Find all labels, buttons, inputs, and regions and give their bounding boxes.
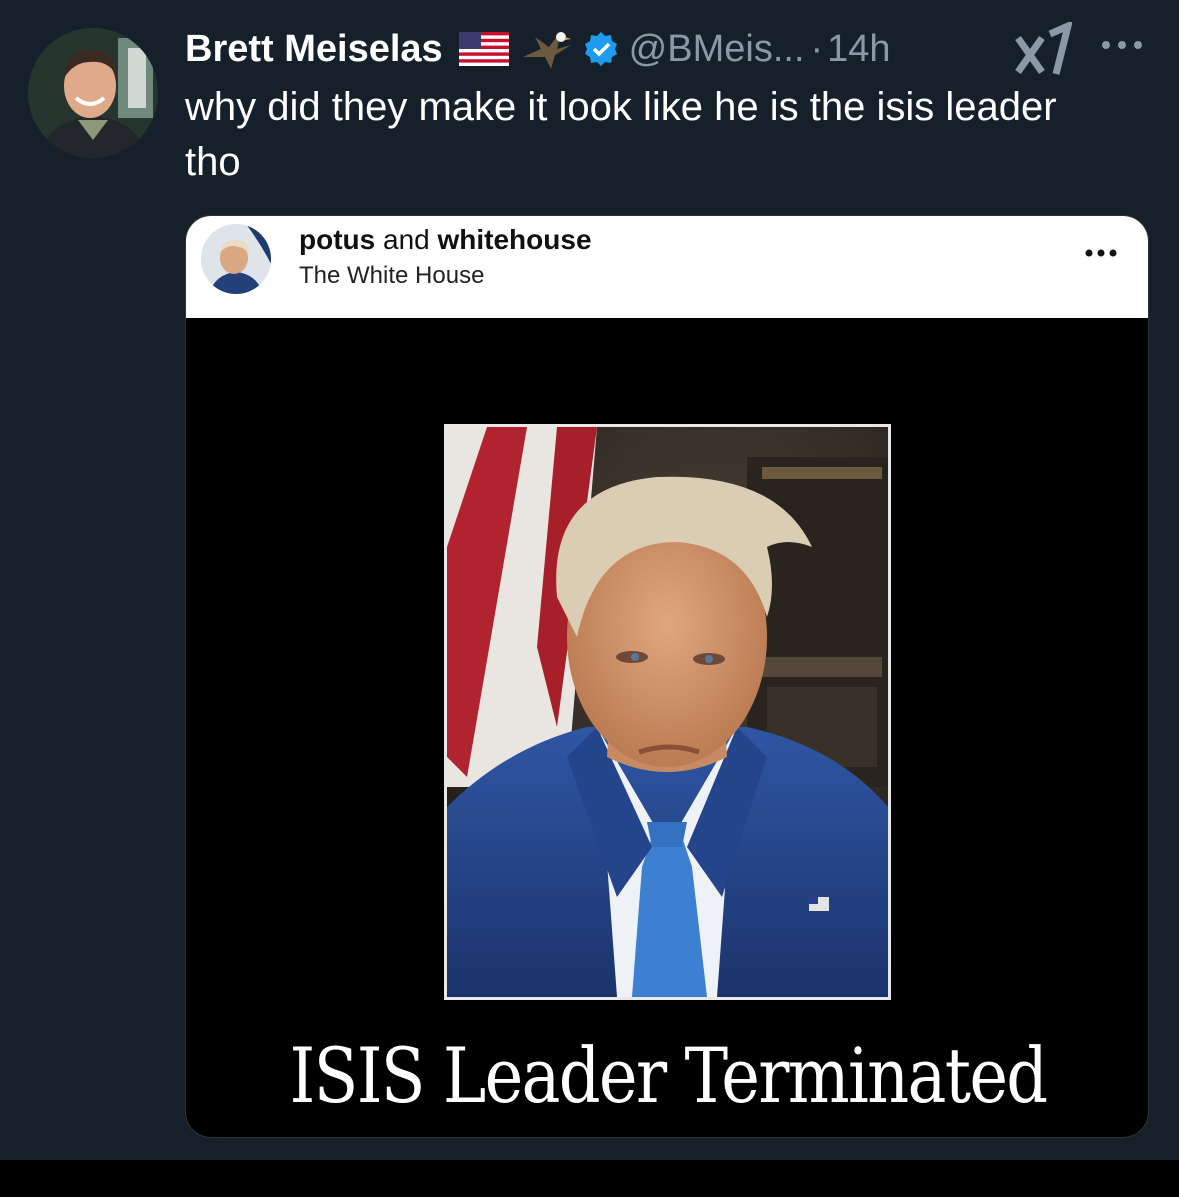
grok-icon[interactable] xyxy=(1012,19,1074,78)
embedded-more-icon xyxy=(1084,246,1118,260)
separator-dot: · xyxy=(810,27,824,70)
author-handle[interactable]: @BMeis... xyxy=(629,28,805,71)
embedded-image-card[interactable]: potus and whitehouse The White House ISI… xyxy=(185,215,1149,1138)
embedded-post-avatar xyxy=(201,224,271,294)
verified-badge-icon xyxy=(583,31,619,67)
tweet-text: why did they make it look like he is the… xyxy=(185,85,1057,184)
embedded-post-title-part1: potus xyxy=(299,224,376,255)
timestamp[interactable]: 14h xyxy=(827,28,890,71)
embedded-post-title: potus and whitehouse xyxy=(299,224,592,256)
more-icon[interactable] xyxy=(1098,30,1146,60)
tweet-container: Brett Meiselas @BMeis... · 14h why did t… xyxy=(0,0,1179,1160)
portrait-photo xyxy=(444,424,891,1000)
embedded-post-title-part2: and xyxy=(375,224,438,255)
embedded-post-subtitle: The White House xyxy=(299,262,485,289)
author-avatar[interactable] xyxy=(28,28,158,158)
tweet-header: Brett Meiselas @BMeis... · 14h xyxy=(185,24,891,74)
image-caption: ISIS Leader Terminated xyxy=(289,1031,1049,1120)
embedded-post-header: potus and whitehouse The White House xyxy=(186,216,1148,318)
author-name[interactable]: Brett Meiselas xyxy=(185,28,443,71)
embedded-post-title-part3: whitehouse xyxy=(437,224,592,255)
us-flag-icon xyxy=(458,32,509,66)
eagle-icon xyxy=(521,27,573,71)
